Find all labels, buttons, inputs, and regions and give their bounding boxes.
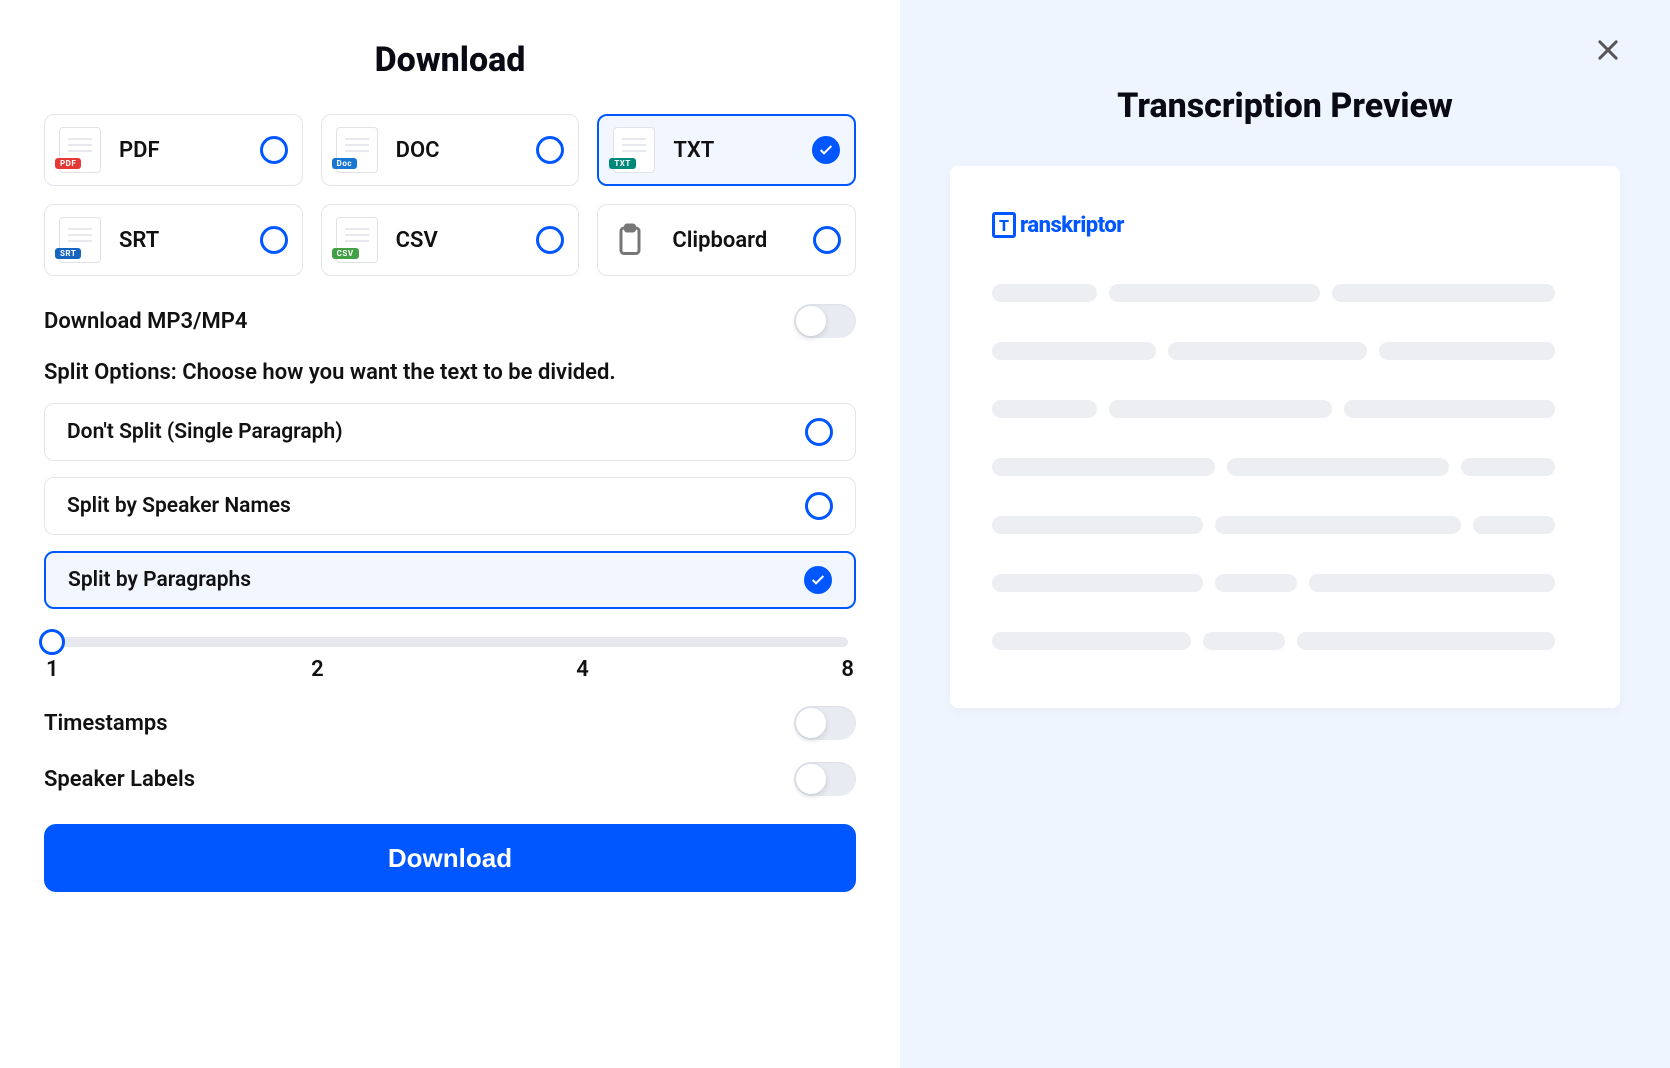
slider-tick: 4	[576, 657, 589, 682]
radio-unchecked-icon	[536, 136, 564, 164]
format-doc[interactable]: Doc DOC	[321, 114, 580, 186]
skeleton-paragraph	[992, 632, 1578, 650]
srt-file-icon: SRT	[59, 217, 101, 263]
paragraph-slider: 1 2 4 8	[44, 631, 856, 682]
timestamps-row: Timestamps	[44, 706, 856, 740]
split-label: Split by Paragraphs	[68, 568, 251, 592]
page-title: Download	[44, 40, 856, 80]
format-label: SRT	[119, 228, 260, 253]
slider-tick: 2	[311, 657, 324, 682]
timestamps-label: Timestamps	[44, 711, 168, 736]
csv-file-icon: CSV	[336, 217, 378, 263]
radio-unchecked-icon	[260, 136, 288, 164]
format-grid: PDF PDF Doc DOC TXT TXT SRT SRT	[44, 114, 856, 276]
radio-unchecked-icon	[805, 418, 833, 446]
slider-ticks: 1 2 4 8	[44, 657, 856, 682]
skeleton-paragraph	[992, 574, 1578, 592]
preview-title: Transcription Preview	[950, 86, 1620, 126]
split-label: Split by Speaker Names	[67, 494, 291, 518]
format-txt[interactable]: TXT TXT	[597, 114, 856, 186]
radio-checked-icon	[812, 136, 840, 164]
download-panel: Download PDF PDF Doc DOC TXT TXT	[0, 0, 900, 1068]
speaker-labels-label: Speaker Labels	[44, 767, 195, 792]
split-options: Don't Split (Single Paragraph) Split by …	[44, 403, 856, 609]
skeleton-paragraph	[992, 342, 1578, 360]
format-label: Clipboard	[672, 228, 813, 253]
format-label: DOC	[396, 138, 537, 163]
brand-logo: T ranskriptor	[992, 212, 1578, 238]
preview-card: T ranskriptor	[950, 166, 1620, 708]
radio-unchecked-icon	[260, 226, 288, 254]
clipboard-icon	[612, 217, 654, 263]
download-media-toggle[interactable]	[794, 304, 856, 338]
format-srt[interactable]: SRT SRT	[44, 204, 303, 276]
doc-file-icon: Doc	[336, 127, 378, 173]
radio-unchecked-icon	[536, 226, 564, 254]
preview-panel: Transcription Preview T ranskriptor	[900, 0, 1670, 1068]
slider-handle[interactable]	[39, 629, 65, 655]
skeleton-paragraph	[992, 284, 1578, 302]
split-label: Don't Split (Single Paragraph)	[67, 420, 343, 444]
radio-checked-icon	[804, 566, 832, 594]
radio-unchecked-icon	[813, 226, 841, 254]
brand-icon: T	[992, 212, 1016, 238]
skeleton-paragraph	[992, 458, 1578, 476]
format-label: PDF	[119, 138, 260, 163]
download-media-row: Download MP3/MP4	[44, 304, 856, 338]
format-label: TXT	[673, 138, 812, 163]
format-clipboard[interactable]: Clipboard	[597, 204, 856, 276]
slider-tick: 8	[841, 657, 854, 682]
format-csv[interactable]: CSV CSV	[321, 204, 580, 276]
split-none[interactable]: Don't Split (Single Paragraph)	[44, 403, 856, 461]
txt-file-icon: TXT	[613, 127, 655, 173]
speaker-labels-row: Speaker Labels	[44, 762, 856, 796]
brand-text: ranskriptor	[1020, 213, 1124, 238]
slider-track[interactable]	[52, 637, 848, 647]
radio-unchecked-icon	[805, 492, 833, 520]
split-speaker[interactable]: Split by Speaker Names	[44, 477, 856, 535]
format-label: CSV	[396, 228, 537, 253]
pdf-file-icon: PDF	[59, 127, 101, 173]
close-button[interactable]	[1594, 36, 1622, 64]
slider-tick: 1	[46, 657, 59, 682]
skeleton-paragraph	[992, 516, 1578, 534]
split-paragraph[interactable]: Split by Paragraphs	[44, 551, 856, 609]
skeleton-paragraph	[992, 400, 1578, 418]
timestamps-toggle[interactable]	[794, 706, 856, 740]
download-button[interactable]: Download	[44, 824, 856, 892]
format-pdf[interactable]: PDF PDF	[44, 114, 303, 186]
download-media-label: Download MP3/MP4	[44, 309, 247, 334]
speaker-labels-toggle[interactable]	[794, 762, 856, 796]
split-section-label: Split Options: Choose how you want the t…	[44, 360, 856, 385]
